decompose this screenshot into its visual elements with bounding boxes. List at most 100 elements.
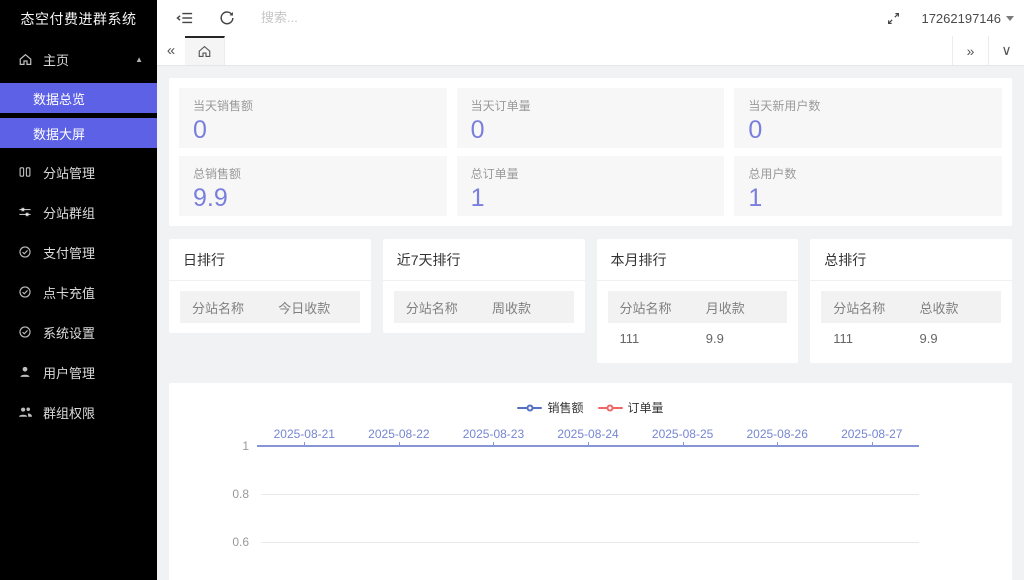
stat-label: 总用户数 <box>748 165 988 182</box>
sidebar-item-label: 用户管理 <box>43 363 95 382</box>
user-dropdown-caret-icon <box>1006 16 1014 21</box>
legend-item-sales[interactable]: 销售额 <box>517 399 583 416</box>
tabs-scroll-right-icon[interactable]: » <box>952 36 988 65</box>
check-circle-icon <box>17 284 33 300</box>
user-icon <box>17 364 33 380</box>
y-tick-label: 1 <box>207 439 249 453</box>
stat-value: 1 <box>748 184 988 213</box>
legend-item-orders[interactable]: 订单量 <box>598 399 664 416</box>
x-tick-label: 2025-08-26 <box>730 427 825 441</box>
y-tick-label: 0.8 <box>207 487 249 501</box>
y-tick-label: 0.6 <box>207 535 249 549</box>
x-tick-label: 2025-08-27 <box>824 427 919 441</box>
rank-table-header: 分站名称 今日收款 <box>180 291 360 323</box>
stat-total-orders: 总订单量 1 <box>457 156 725 216</box>
stat-label: 当天订单量 <box>471 97 711 114</box>
rank-panel-title: 本月排行 <box>597 239 799 281</box>
tab-home[interactable] <box>185 36 225 65</box>
rank-panel-total: 总排行 分站名称 总收款 111 9.9 <box>810 239 1012 363</box>
rank-table-header: 分站名称 周收款 <box>394 291 574 323</box>
sidebar-item-payment-manage[interactable]: 支付管理 <box>0 232 157 272</box>
stat-total-users: 总用户数 1 <box>734 156 1002 216</box>
username-label: 17262197146 <box>921 11 1001 26</box>
sliders-icon <box>17 204 33 220</box>
legend-label: 销售额 <box>547 399 583 416</box>
stat-label: 当天销售额 <box>193 97 433 114</box>
chart-x-axis-line <box>257 445 919 447</box>
sidebar-item-label: 系统设置 <box>43 323 95 342</box>
rank-cell-site: 111 <box>608 331 694 346</box>
chart-gridline <box>261 542 919 543</box>
chart-x-axis-labels: 2025-08-21 2025-08-22 2025-08-23 2025-08… <box>257 427 919 441</box>
tabs-scroll-left-icon[interactable]: « <box>157 36 185 65</box>
stat-today-sales: 当天销售额 0 <box>179 88 447 148</box>
refresh-icon[interactable] <box>217 8 237 28</box>
search-input[interactable] <box>261 10 481 25</box>
columns-icon <box>17 164 33 180</box>
sidebar-item-card-recharge[interactable]: 点卡充值 <box>0 272 157 312</box>
tabbar: « » ∨ <box>157 36 1024 66</box>
stat-value: 1 <box>471 184 711 213</box>
stat-label: 总订单量 <box>471 165 711 182</box>
stat-value: 0 <box>471 116 711 145</box>
sidebar-item-label: 群组权限 <box>43 403 95 422</box>
fullscreen-icon[interactable] <box>883 8 903 28</box>
check-circle-icon <box>17 244 33 260</box>
sidebar-item-substation-group[interactable]: 分站群组 <box>0 192 157 232</box>
rank-panel-title: 日排行 <box>169 239 371 281</box>
sidebar-subitem-label: 数据总览 <box>33 89 85 108</box>
rank-col-header: 分站名称 <box>394 298 480 317</box>
stat-value: 0 <box>748 116 988 145</box>
sidebar-item-substation-manage[interactable]: 分站管理 <box>0 152 157 192</box>
chart-gridline <box>261 494 919 495</box>
rank-table-header: 分站名称 总收款 <box>821 291 1001 323</box>
sidebar-item-user-manage[interactable]: 用户管理 <box>0 352 157 392</box>
rank-table-header: 分站名称 月收款 <box>608 291 788 323</box>
rank-cell-amount: 9.9 <box>694 331 787 346</box>
content: 当天销售额 0 当天订单量 0 当天新用户数 0 总销售额 9.9 总订单量 <box>157 66 1024 580</box>
collapse-arrow-icon: ▲ <box>135 55 143 64</box>
rank-panel-month: 本月排行 分站名称 月收款 111 9.9 <box>597 239 799 363</box>
rank-col-header: 分站名称 <box>180 298 266 317</box>
stat-label: 当天新用户数 <box>748 97 988 114</box>
sidebar-item-home[interactable]: 主页 ▲ <box>0 38 157 80</box>
stat-total-sales: 总销售额 9.9 <box>179 156 447 216</box>
sidebar-item-data-screen[interactable]: 数据大屏 <box>0 118 157 148</box>
tabbar-spacer <box>225 36 952 65</box>
sidebar-item-label: 主页 <box>43 50 69 69</box>
stat-value: 0 <box>193 116 433 145</box>
rank-col-header: 总收款 <box>908 298 1001 317</box>
rankings-row: 日排行 分站名称 今日收款 近7天排行 分站名称 周收款 <box>169 239 1012 363</box>
rank-table: 分站名称 月收款 111 9.9 <box>608 291 788 353</box>
sidebar-item-system-settings[interactable]: 系统设置 <box>0 312 157 352</box>
rank-col-header: 分站名称 <box>821 298 907 317</box>
home-icon <box>17 51 33 67</box>
home-icon <box>197 44 212 59</box>
sidebar-item-label: 点卡充值 <box>43 283 95 302</box>
sidebar-item-data-overview[interactable]: 数据总览 <box>0 83 157 113</box>
table-row: 111 9.9 <box>821 323 1001 353</box>
collapse-menu-icon[interactable] <box>175 8 195 28</box>
sidebar: 态空付费进群系统 主页 ▲ 数据总览 数据大屏 分站管理 <box>0 0 157 580</box>
user-menu[interactable]: 17262197146 <box>921 11 1014 26</box>
stat-label: 总销售额 <box>193 165 433 182</box>
rank-col-header: 今日收款 <box>266 298 359 317</box>
rank-table: 分站名称 总收款 111 9.9 <box>821 291 1001 353</box>
rank-col-header: 月收款 <box>694 298 787 317</box>
table-row: 111 9.9 <box>608 323 788 353</box>
app-title: 态空付费进群系统 <box>0 0 157 38</box>
check-circle-icon <box>17 324 33 340</box>
stat-today-orders: 当天订单量 0 <box>457 88 725 148</box>
rank-cell-amount: 9.9 <box>908 331 1001 346</box>
x-tick-label: 2025-08-23 <box>446 427 541 441</box>
tabs-dropdown-icon[interactable]: ∨ <box>988 36 1024 65</box>
sidebar-item-label: 支付管理 <box>43 243 95 262</box>
main-area: 17262197146 « » ∨ 当天销售额 0 当天订单量 0 <box>157 0 1024 580</box>
rank-cell-site: 111 <box>821 331 907 346</box>
rank-table: 分站名称 周收款 <box>394 291 574 323</box>
x-tick-label: 2025-08-21 <box>257 427 352 441</box>
x-tick-label: 2025-08-22 <box>352 427 447 441</box>
legend-label: 订单量 <box>628 399 664 416</box>
rank-panel-daily: 日排行 分站名称 今日收款 <box>169 239 371 333</box>
sidebar-item-group-permission[interactable]: 群组权限 <box>0 392 157 432</box>
